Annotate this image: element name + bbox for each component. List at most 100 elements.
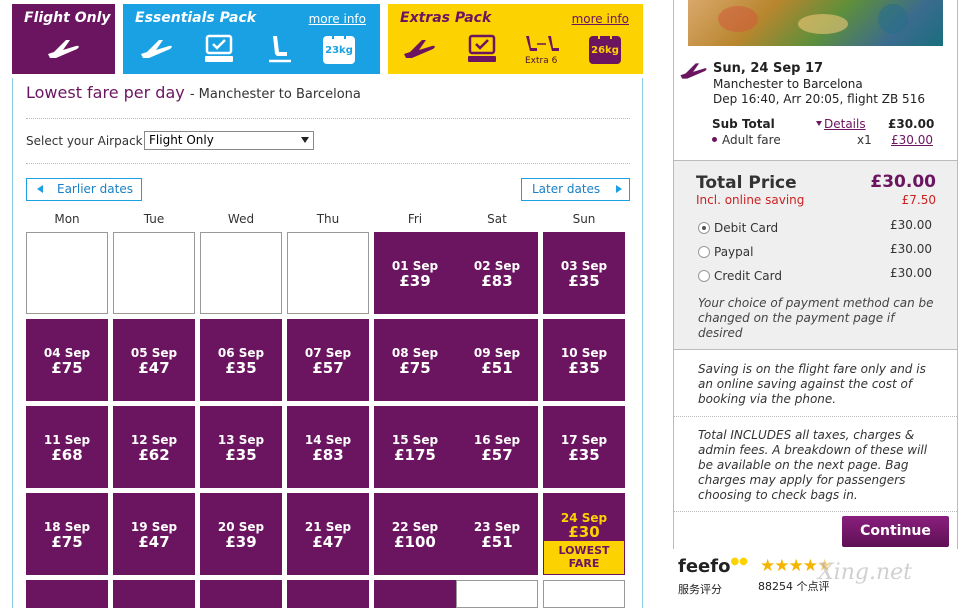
payment-label[interactable]: Paypal: [714, 245, 753, 259]
payment-amount: £30.00: [890, 218, 932, 232]
cell-price: £35: [568, 359, 600, 377]
details-link[interactable]: Details: [816, 117, 866, 131]
cell-date: 10 Sep: [560, 346, 608, 360]
cell-date: 08 Sep: [391, 346, 439, 360]
plane-icon: [46, 34, 82, 68]
later-dates-button[interactable]: Later dates: [521, 178, 630, 201]
cell-date: 22 Sep: [391, 520, 439, 534]
calendar-cell[interactable]: 09 Sep £51: [456, 319, 538, 401]
payment-radio[interactable]: [698, 222, 710, 234]
cell-date: 14 Sep: [304, 433, 352, 447]
airpack-select[interactable]: Flight Only: [144, 131, 314, 150]
calendar-cell[interactable]: 05 Sep £47: [113, 319, 195, 401]
payment-label[interactable]: Debit Card: [714, 221, 778, 235]
calendar-cell-partial[interactable]: [287, 580, 369, 608]
calendar-cell[interactable]: 14 Sep £83: [287, 406, 369, 488]
calendar-cell[interactable]: 01 Sep £39: [374, 232, 456, 314]
total-note: Total INCLUDES all taxes, charges & admi…: [698, 428, 928, 502]
weekday-label: Sun: [572, 212, 596, 226]
calendar-cell[interactable]: 10 Sep £35: [543, 319, 625, 401]
calendar-cell[interactable]: 18 Sep £75: [26, 493, 108, 575]
calendar-cell[interactable]: 02 Sep £83: [456, 232, 538, 314]
payment-label[interactable]: Credit Card: [714, 269, 782, 283]
subtotal-label: Sub Total: [712, 117, 775, 131]
calendar-cell-partial[interactable]: [374, 580, 456, 608]
cell-date: 03 Sep: [560, 259, 608, 273]
airpack-essentials[interactable]: Essentials Pack more info 23kg: [123, 4, 380, 74]
calendar-cell-partial[interactable]: [26, 580, 108, 608]
calendar-cell[interactable]: 23 Sep £51: [456, 493, 538, 575]
more-info-link[interactable]: more info: [572, 12, 629, 26]
cell-price: £39: [225, 533, 257, 551]
flight-route: Manchester to Barcelona: [713, 77, 863, 91]
calendar-cell[interactable]: 22 Sep £100: [374, 493, 456, 575]
calendar-cell[interactable]: 04 Sep £75: [26, 319, 108, 401]
cell-price: £75: [399, 359, 431, 377]
cell-price: £47: [312, 533, 344, 551]
chevron-down-icon: [301, 137, 309, 143]
earlier-dates-button[interactable]: Earlier dates: [26, 178, 142, 201]
continue-button[interactable]: Continue: [842, 516, 949, 547]
calendar-heading: Lowest fare per day: [26, 83, 185, 102]
calendar-cell[interactable]: 19 Sep £47: [113, 493, 195, 575]
total-price-amount: £30.00: [870, 172, 936, 192]
cell-date: 06 Sep: [217, 346, 265, 360]
airpack-flight-only[interactable]: Flight Only: [12, 4, 115, 74]
divider: [674, 416, 957, 417]
destination-photo: [688, 0, 943, 46]
cell-price: £57: [481, 446, 513, 464]
cell-date: 16 Sep: [473, 433, 521, 447]
adult-fare-label: Adult fare: [712, 133, 781, 147]
computer-checkin-icon: [203, 34, 239, 68]
calendar-cell[interactable]: 12 Sep £62: [113, 406, 195, 488]
calendar-cell[interactable]: 15 Sep £175: [374, 406, 456, 488]
calendar-cell[interactable]: 08 Sep £75: [374, 319, 456, 401]
payment-radio[interactable]: [698, 246, 710, 258]
calendar-cell-empty: [456, 580, 538, 608]
feefo-logo: feefo●●: [678, 556, 748, 577]
saving-note: Saving is on the flight fare only and is…: [698, 362, 926, 406]
extra-legroom-label: Extra 6: [525, 56, 558, 66]
cell-price: £35: [568, 446, 600, 464]
calendar-cell[interactable]: 20 Sep £39: [200, 493, 282, 575]
cell-price: £83: [312, 446, 344, 464]
subtotal-amount: £30.00: [888, 117, 935, 131]
adult-fare-amount[interactable]: £30.00: [891, 133, 933, 147]
weekday-label: Wed: [227, 212, 255, 226]
bag-icon: 23kg: [323, 31, 355, 64]
cell-price: £75: [51, 533, 83, 551]
calendar-cell-empty: [200, 232, 282, 314]
calendar-cell-partial[interactable]: [200, 580, 282, 608]
calendar-cell[interactable]: 13 Sep £35: [200, 406, 282, 488]
cell-price: £51: [481, 533, 513, 551]
cell-price: £68: [51, 446, 83, 464]
cell-price: £47: [138, 533, 170, 551]
payment-note: Your choice of payment method can be cha…: [698, 296, 934, 340]
cell-date: 02 Sep: [473, 259, 521, 273]
cell-price: £57: [312, 359, 344, 377]
calendar-cell[interactable]: 07 Sep £57: [287, 319, 369, 401]
flight-date: Sun, 24 Sep 17: [713, 61, 824, 76]
airpack-extras[interactable]: Extras Pack more info Extra 6 26kg: [388, 4, 643, 74]
airpack-title: Essentials Pack: [135, 10, 257, 26]
airpack-select-label: Select your Airpack: [26, 134, 143, 148]
calendar-cell-selected[interactable]: 24 Sep £30 LOWEST FARE: [543, 493, 625, 575]
cell-date: 05 Sep: [130, 346, 178, 360]
weekday-label: Mon: [54, 212, 80, 226]
weekday-label: Fri: [407, 212, 423, 226]
calendar-cell[interactable]: 21 Sep £47: [287, 493, 369, 575]
plane-icon: [678, 60, 710, 86]
cell-date: 20 Sep: [217, 520, 265, 534]
cell-price: £30: [568, 523, 600, 541]
cell-date: 15 Sep: [391, 433, 439, 447]
calendar-cell[interactable]: 17 Sep £35: [543, 406, 625, 488]
calendar-cell[interactable]: 16 Sep £57: [456, 406, 538, 488]
calendar-cell[interactable]: 11 Sep £68: [26, 406, 108, 488]
payment-radio[interactable]: [698, 270, 710, 282]
cell-price: £83: [481, 272, 513, 290]
calendar-cell-partial[interactable]: [113, 580, 195, 608]
more-info-link[interactable]: more info: [309, 12, 366, 26]
calendar-cell[interactable]: 03 Sep £35: [543, 232, 625, 314]
fare-calendar-title: Lowest fare per day - Manchester to Barc…: [26, 83, 361, 102]
calendar-cell[interactable]: 06 Sep £35: [200, 319, 282, 401]
